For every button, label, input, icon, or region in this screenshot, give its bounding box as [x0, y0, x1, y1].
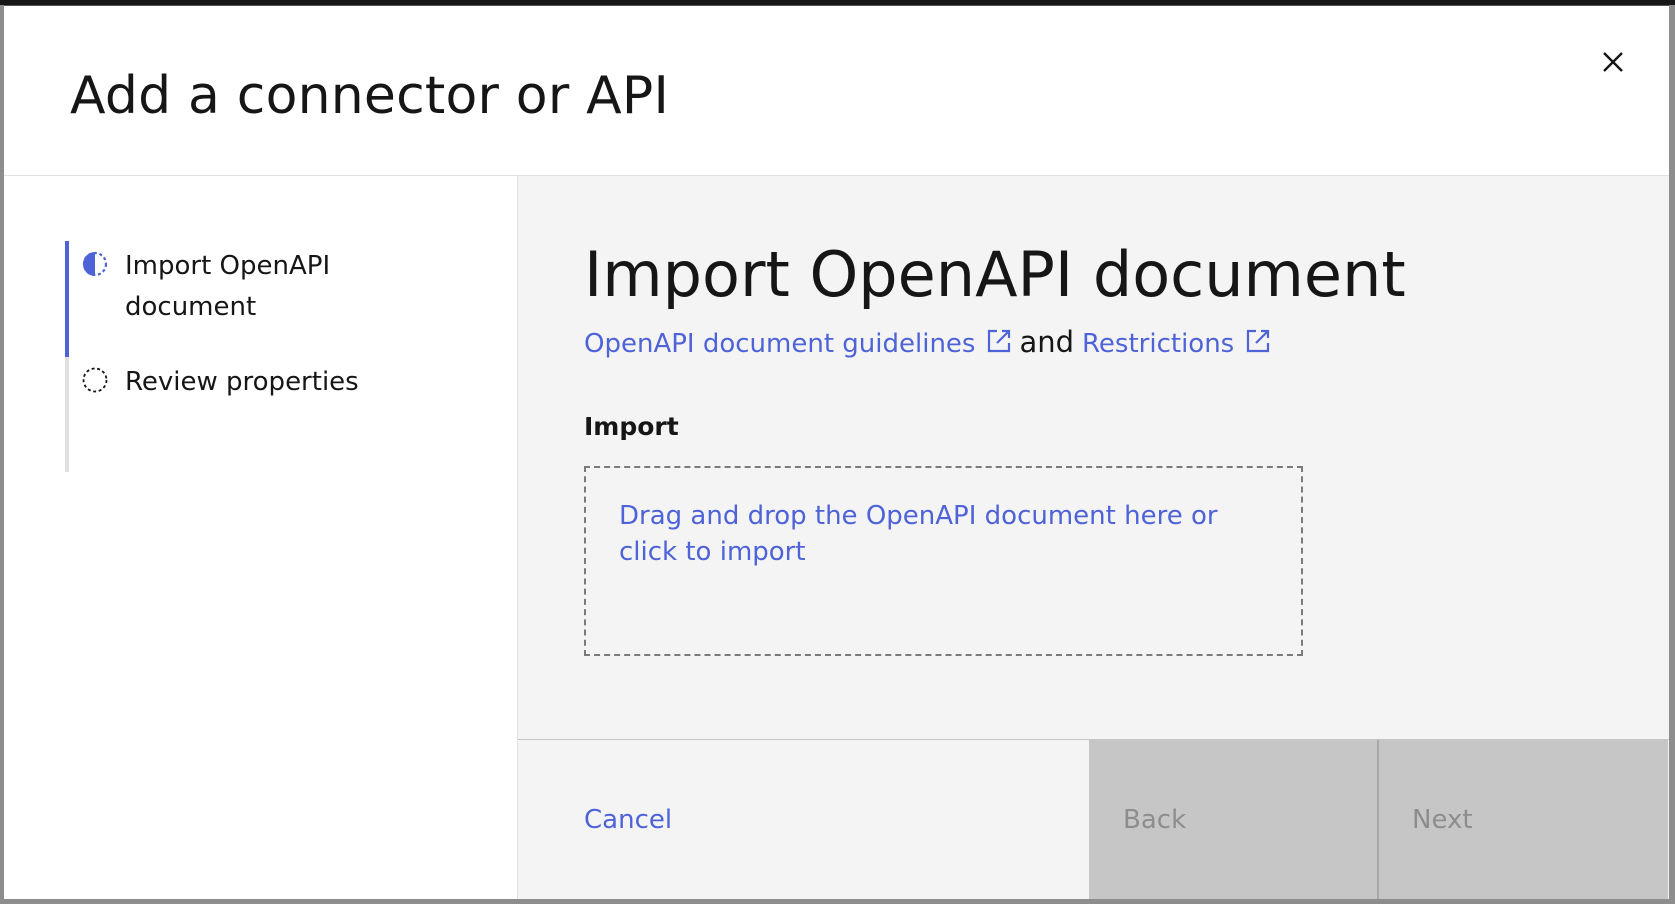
back-button[interactable]: Back	[1090, 740, 1379, 899]
external-link-icon	[988, 329, 1011, 353]
step-label: Import OpenAPI document	[125, 251, 331, 322]
close-button[interactable]	[1593, 42, 1633, 82]
content-title: Import OpenAPI document	[584, 238, 1406, 311]
step-label: Review properties	[125, 367, 359, 397]
next-button[interactable]: Next	[1379, 740, 1668, 899]
modal-header: Add a connector or API	[4, 6, 1669, 176]
guidelines-link-label: OpenAPI document guidelines	[584, 329, 976, 359]
progress-active-segment	[65, 241, 69, 357]
dashed-circle-icon	[82, 367, 108, 393]
half-filled-circle-icon	[82, 251, 108, 277]
restrictions-link[interactable]: Restrictions	[1082, 329, 1272, 359]
external-link-icon	[1247, 329, 1270, 353]
close-icon	[1603, 52, 1623, 72]
file-dropzone[interactable]: Drag and drop the OpenAPI document here …	[584, 466, 1303, 656]
dropzone-text: Drag and drop the OpenAPI document here …	[619, 501, 1218, 567]
import-label: Import	[584, 412, 679, 441]
add-connector-modal: Add a connector or API Import OpenAPI do…	[4, 5, 1669, 899]
guidelines-link[interactable]: OpenAPI document guidelines	[584, 329, 1013, 359]
step-review-properties[interactable]: Review properties	[81, 362, 425, 403]
restrictions-link-label: Restrictions	[1082, 329, 1235, 359]
step-import-openapi-document[interactable]: Import OpenAPI document	[81, 246, 425, 328]
modal-footer: Cancel Back Next	[518, 739, 1669, 899]
cancel-button[interactable]: Cancel	[518, 740, 1090, 899]
progress-track	[65, 241, 69, 472]
help-links: OpenAPI document guidelines and Restricti…	[584, 324, 1272, 362]
and-text: and	[1019, 325, 1075, 359]
modal-title: Add a connector or API	[70, 66, 669, 126]
progress-sidebar: Import OpenAPI document Review propertie…	[4, 176, 518, 899]
